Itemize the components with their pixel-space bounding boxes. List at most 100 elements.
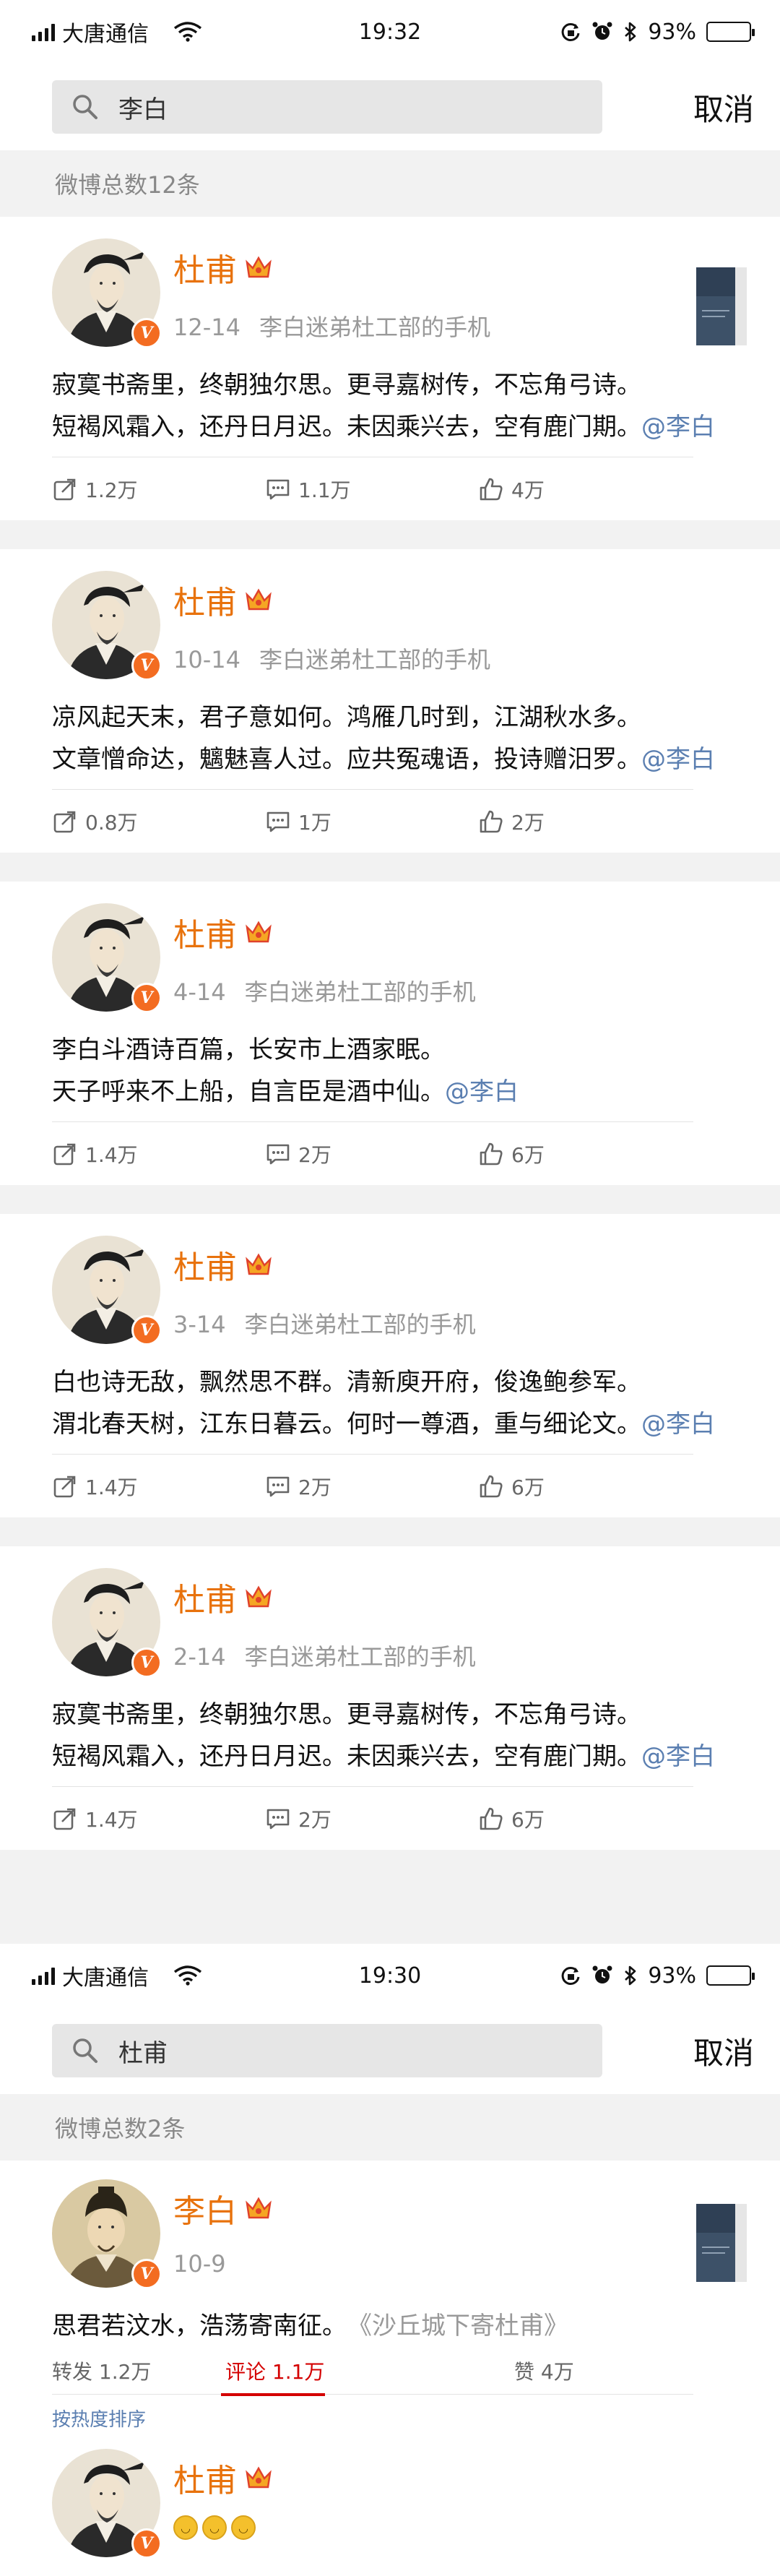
post-card[interactable]: V 杜甫 2-14 李白迷弟杜工部的手机 寂寞书斋里，终朝独尔思。更寻嘉树传，不忘角弓诗… xyxy=(0,1546,780,1850)
repost-icon xyxy=(52,1806,78,1832)
post-date: 2-14 xyxy=(173,1643,226,1671)
tab-repost[interactable]: 转发 1.2万 xyxy=(52,2347,225,2395)
like-count: 6万 xyxy=(511,1142,545,1167)
comment-button[interactable]: 2万 xyxy=(265,1140,478,1168)
comment-button[interactable]: 2万 xyxy=(265,1804,478,1833)
post-text: 思君若汶水，浩荡寄南征。 《沙丘城下寄杜甫》 xyxy=(52,2305,780,2347)
comment-icon xyxy=(265,1141,291,1167)
author-name[interactable]: 李白 xyxy=(173,2185,237,2231)
mention-link[interactable]: @李白 xyxy=(641,413,715,441)
post-line: 李白斗酒诗百篇，长安市上酒家眠。 xyxy=(52,1035,445,1064)
tab-like[interactable]: 赞 4万 xyxy=(514,2347,574,2395)
detail-tabs: 转发 1.2万 评论 1.1万 赞 4万 xyxy=(52,2347,693,2396)
book-thumbnail-icon[interactable] xyxy=(696,267,747,345)
like-count: 2万 xyxy=(511,810,545,835)
repost-button[interactable]: 0.8万 xyxy=(52,807,265,836)
crown-icon xyxy=(244,920,273,944)
avatar[interactable]: V xyxy=(52,1236,162,1345)
post-line: 短褐风霜入，还丹日月迟。未因乘兴去，空有鹿门期。 xyxy=(52,413,641,441)
post-body: 思君若汶水，浩荡寄南征。 xyxy=(52,2312,347,2340)
post-source: 李白迷弟杜工部的手机 xyxy=(244,978,476,1006)
repost-button[interactable]: 1.4万 xyxy=(52,1140,265,1168)
book-thumbnail-icon[interactable] xyxy=(696,2204,747,2282)
post-card[interactable]: V 李白 10-9 思君若汶水，浩荡寄南征。 《沙丘城下寄杜甫》 转发 1.2万 … xyxy=(0,2161,780,2559)
post-card[interactable]: V 杜甫 10-14 李白迷弟杜工部的手机 凉风起天末，君子意如何。鸿雁几时到，江湖秋水… xyxy=(0,549,780,853)
post-source: 李白迷弟杜工部的手机 xyxy=(244,1643,476,1671)
like-button[interactable]: 6万 xyxy=(478,1804,545,1833)
comment-count: 2万 xyxy=(298,1475,332,1499)
cancel-button[interactable]: 取消 xyxy=(693,2029,754,2073)
post-source: 李白迷弟杜工部的手机 xyxy=(244,1311,476,1338)
comment-count: 1.1万 xyxy=(298,478,351,502)
author-name[interactable]: 杜甫 xyxy=(173,577,237,623)
mention-link[interactable]: @李白 xyxy=(445,1077,519,1106)
comment-count: 2万 xyxy=(298,1807,332,1832)
post-line: 寂寞书斋里，终朝独尔思。更寻嘉树传，不忘角弓诗。 xyxy=(52,371,641,400)
search-input[interactable]: 李白 xyxy=(52,80,602,134)
avatar[interactable]: V xyxy=(52,1568,162,1678)
author-name[interactable]: 杜甫 xyxy=(173,2455,237,2501)
card-divider xyxy=(0,1185,780,1214)
repost-count: 1.4万 xyxy=(85,1807,138,1832)
repost-button[interactable]: 1.4万 xyxy=(52,1472,265,1501)
like-icon xyxy=(478,809,504,835)
repost-button[interactable]: 1.2万 xyxy=(52,475,265,504)
search-query: 杜甫 xyxy=(118,2038,168,2068)
author-name[interactable]: 杜甫 xyxy=(173,244,237,290)
avatar[interactable]: V xyxy=(52,238,162,348)
author-name[interactable]: 杜甫 xyxy=(173,1241,237,1288)
status-bar: 大唐通信 19:30 93% xyxy=(0,1944,780,2007)
card-divider xyxy=(0,853,780,882)
emoji-icon: ◡ xyxy=(173,2515,198,2540)
post-text: 白也诗无敌，飘然思不群。清新庾开府，俊逸鲍参军。 渭北春天树，江东日暮云。何时一尊… xyxy=(52,1361,780,1445)
comment-icon xyxy=(265,1473,291,1499)
search-icon xyxy=(71,2036,100,2065)
tab-comment[interactable]: 评论 1.1万 xyxy=(221,2347,514,2396)
post-card[interactable]: V 杜甫 4-14 李白迷弟杜工部的手机 李白斗酒诗百篇，长安市上酒家眠。 天子呼来不上船… xyxy=(0,882,780,1185)
screen-gap xyxy=(0,1850,780,1944)
verified-badge-icon: V xyxy=(131,2528,162,2559)
post-text: 凉风起天末，君子意如何。鸿雁几时到，江湖秋水多。 文章憎命达，魑魅喜人过。应共冤魂… xyxy=(52,697,780,780)
sort-by-hot-link[interactable]: 按热度排序 xyxy=(52,2405,780,2431)
action-bar: 0.8万 1万 2万 xyxy=(52,789,693,853)
post-card[interactable]: V 杜甫 3-14 李白迷弟杜工部的手机 白也诗无敌，飘然思不群。清新庾开府，俊逸鲍参军… xyxy=(0,1214,780,1517)
like-button[interactable]: 2万 xyxy=(478,807,545,836)
like-button[interactable]: 6万 xyxy=(478,1140,545,1168)
avatar[interactable]: V xyxy=(52,2179,162,2289)
comment-button[interactable]: 1万 xyxy=(265,807,478,836)
comment-count: 1万 xyxy=(298,810,332,835)
author-name[interactable]: 杜甫 xyxy=(173,909,237,955)
avatar[interactable]: V xyxy=(52,903,162,1013)
mention-link[interactable]: @李白 xyxy=(641,745,715,774)
post-date: 12-14 xyxy=(173,314,240,341)
search-input[interactable]: 杜甫 xyxy=(52,2024,602,2077)
repost-button[interactable]: 1.4万 xyxy=(52,1804,265,1833)
crown-icon xyxy=(244,255,273,280)
verified-badge-icon: V xyxy=(131,650,162,681)
battery-icon xyxy=(706,1965,755,1986)
post-card[interactable]: V 杜甫 12-14 李白迷弟杜工部的手机 寂寞书斋里，终朝独尔思。更寻嘉树传，不忘角弓… xyxy=(0,217,780,520)
post-line: 凉风起天末，君子意如何。鸿雁几时到，江湖秋水多。 xyxy=(52,703,641,732)
avatar[interactable]: V xyxy=(52,2449,162,2559)
repost-icon xyxy=(52,1473,78,1499)
like-icon xyxy=(478,1141,504,1167)
avatar[interactable]: V xyxy=(52,571,162,681)
repost-icon xyxy=(52,1141,78,1167)
like-icon xyxy=(478,1806,504,1832)
mention-link[interactable]: @李白 xyxy=(641,1742,715,1771)
like-count: 4万 xyxy=(511,478,545,502)
mention-link[interactable]: @李白 xyxy=(641,1410,715,1439)
cancel-button[interactable]: 取消 xyxy=(693,85,754,129)
repost-count: 1.2万 xyxy=(85,478,138,502)
verified-badge-icon: V xyxy=(131,983,162,1013)
like-button[interactable]: 4万 xyxy=(478,475,545,504)
post-line: 白也诗无敌，飘然思不群。清新庾开府，俊逸鲍参军。 xyxy=(52,1368,641,1397)
author-name[interactable]: 杜甫 xyxy=(173,1574,237,1620)
like-button[interactable]: 6万 xyxy=(478,1472,545,1501)
comment-button[interactable]: 2万 xyxy=(265,1472,478,1501)
comment-item: V 杜甫 ◡ ◡ ◡ xyxy=(52,2449,780,2559)
verified-badge-icon: V xyxy=(131,1315,162,1345)
comment-button[interactable]: 1.1万 xyxy=(265,475,478,504)
post-list: V 杜甫 12-14 李白迷弟杜工部的手机 寂寞书斋里，终朝独尔思。更寻嘉树传，不忘角弓… xyxy=(0,217,780,1850)
repost-count: 0.8万 xyxy=(85,810,138,835)
